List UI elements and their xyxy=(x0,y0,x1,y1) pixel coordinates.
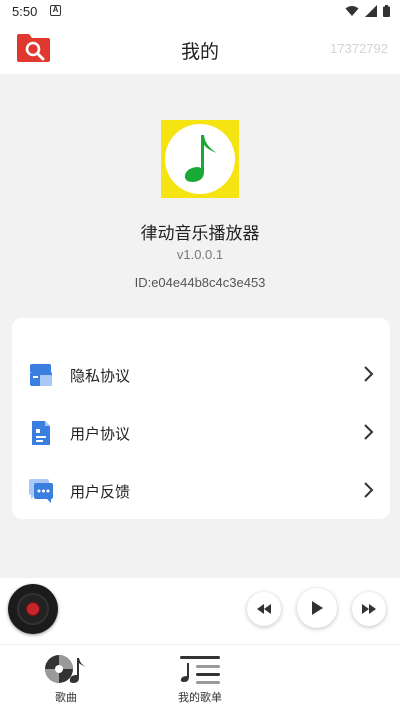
tab-songs[interactable]: 歌曲 xyxy=(16,649,116,709)
status-icons xyxy=(345,5,390,17)
tab-label: 我的歌单 xyxy=(178,692,222,704)
bottom-navigation: 歌曲 我的歌单 xyxy=(0,644,400,712)
app-logo xyxy=(161,120,239,198)
menu-item-label: 用户反馈 xyxy=(70,484,131,501)
menu-item-label: 隐私协议 xyxy=(70,368,131,385)
vinyl-record-cover[interactable] xyxy=(8,584,58,634)
user-id: 17372792 xyxy=(330,41,388,56)
status-bar: 5:50 A xyxy=(0,0,400,24)
rewind-icon xyxy=(257,604,271,614)
menu-item-label: 用户协议 xyxy=(70,426,131,443)
feedback-chat-icon xyxy=(29,479,53,503)
menu-item-privacy[interactable]: 隐私协议 xyxy=(12,349,390,399)
app-bar: 我的 17372792 xyxy=(0,24,400,74)
chevron-right-icon xyxy=(364,424,374,440)
music-note-logo-icon xyxy=(165,124,235,194)
playlist-icon xyxy=(180,656,220,684)
wifi-icon xyxy=(345,6,359,16)
play-icon xyxy=(312,601,323,615)
vinyl-music-note-icon xyxy=(45,655,86,683)
chevron-right-icon xyxy=(364,366,374,382)
tab-my-playlists[interactable]: 我的歌单 xyxy=(150,649,250,709)
play-button[interactable] xyxy=(297,588,337,628)
settings-menu: 隐私协议 用户协议 用户反馈 xyxy=(12,318,390,519)
rewind-button[interactable] xyxy=(247,592,281,626)
main-content: 律动音乐播放器 v1.0.0.1 ID:e04e44b8c4c3e453 隐私协… xyxy=(0,74,400,578)
app-name: 律动音乐播放器 xyxy=(140,224,260,243)
fast-forward-button[interactable] xyxy=(352,592,386,626)
battery-icon xyxy=(383,5,390,17)
app-version: v1.0.0.1 xyxy=(176,247,224,262)
menu-item-user-agreement[interactable]: 用户协议 xyxy=(12,407,390,457)
mini-player xyxy=(0,578,400,644)
fast-forward-icon xyxy=(362,604,376,614)
menu-item-feedback[interactable]: 用户反馈 xyxy=(12,465,390,515)
privacy-folder-icon xyxy=(30,364,52,386)
agreement-document-icon xyxy=(32,421,50,445)
tab-label: 歌曲 xyxy=(55,692,77,704)
status-time: 5:50 xyxy=(12,4,38,19)
device-id: ID:e04e44b8c4c3e453 xyxy=(134,275,266,290)
chevron-right-icon xyxy=(364,482,374,498)
notification-a-icon: A xyxy=(50,5,61,16)
signal-icon xyxy=(365,5,377,17)
